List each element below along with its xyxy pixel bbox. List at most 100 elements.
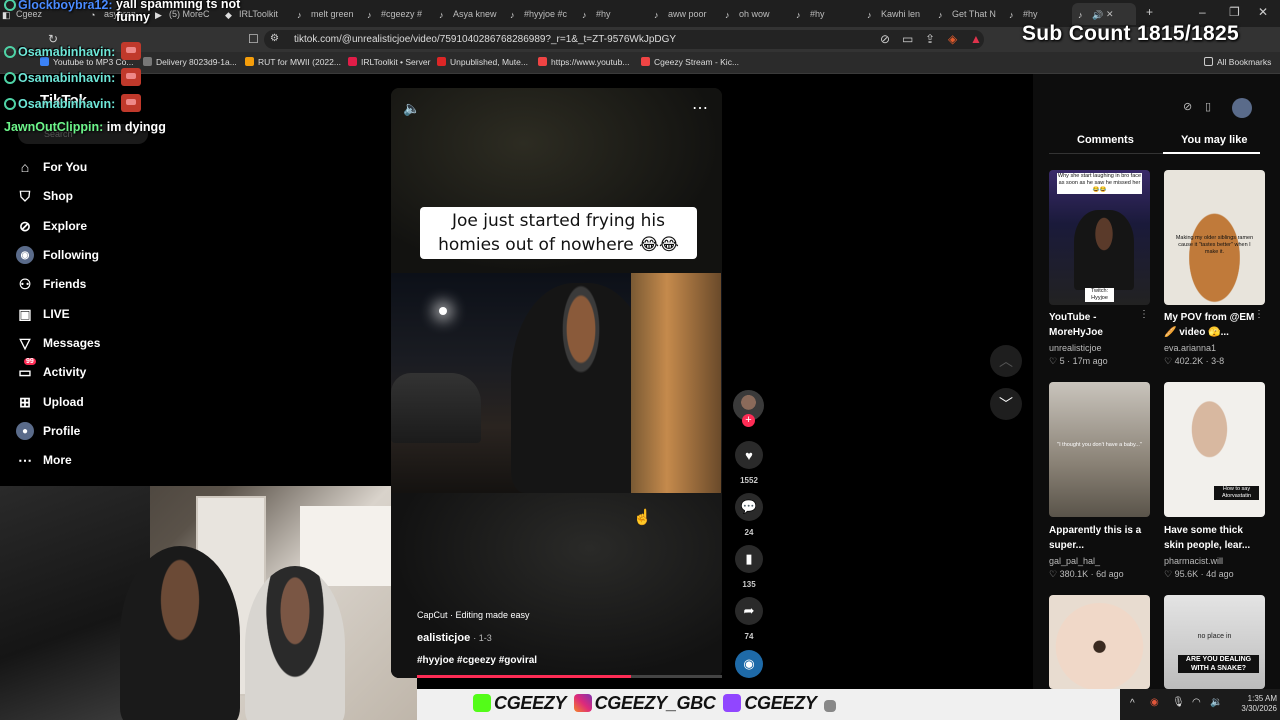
save-button[interactable]: ▮ [735, 545, 763, 573]
nav-item-explore[interactable]: ⊘ Explore [16, 214, 216, 238]
bookmark-item[interactable]: Cgeezy Stream - Kic... [641, 57, 739, 67]
browser-tab[interactable]: ♪ #hy [796, 3, 856, 25]
recommended-video-thumbnail[interactable]: Why she start laughing in bro face as so… [1049, 170, 1150, 305]
palm-trunk [631, 273, 721, 493]
nav-item-for-you[interactable]: ⌂ For You [16, 155, 216, 179]
browser-tab[interactable]: ♪ Get That N [938, 3, 998, 25]
chevron-up-icon[interactable]: ^ [1130, 698, 1135, 709]
nav-item-profile[interactable]: ● Profile [16, 419, 216, 443]
bookmark-item[interactable]: Unpublished, Mute... [437, 57, 528, 67]
bookmark-favicon-icon [538, 57, 547, 66]
recommended-video-author[interactable]: gal_pal_hal_ [1049, 556, 1100, 566]
recommended-video-title[interactable]: YouTube - MoreHyJoe [1049, 310, 1149, 340]
nav-item-live[interactable]: ▣ LIVE [16, 302, 216, 326]
tiktok-icon: ♪ [510, 10, 515, 20]
restore-button[interactable]: ❐ [1229, 5, 1240, 19]
all-bookmarks[interactable]: All Bookmarks [1204, 57, 1271, 67]
recommended-video-thumbnail[interactable]: "I thought you don't have a baby..." [1049, 382, 1150, 517]
nav-item-following[interactable]: ◉ Following [16, 243, 216, 267]
recommended-video-title[interactable]: Apparently this is a super... [1049, 523, 1149, 553]
recommended-video-thumbnail[interactable]: Making my older siblings ramen cause it … [1164, 170, 1265, 305]
video-player[interactable] [391, 88, 722, 678]
comment-count: 24 [744, 528, 754, 537]
bookmark-star-icon[interactable]: ☐ [248, 32, 259, 46]
recommended-video-author[interactable]: unrealisticjoe [1049, 343, 1102, 353]
wifi-icon[interactable]: ◠ [1192, 697, 1201, 708]
volume-icon[interactable]: 🔈 [403, 100, 420, 117]
thumb-person [1074, 210, 1134, 290]
brave-shield-icon[interactable]: ◈ [948, 32, 957, 46]
chat-message: Osamabinhavin: [4, 94, 142, 112]
like-button[interactable]: ♥ [735, 441, 763, 469]
browser-tab[interactable]: ♪ Kawhi len [867, 3, 927, 25]
speaker-icon: 🔊 [1092, 10, 1104, 20]
scroll-up-button[interactable]: ︿ [990, 345, 1022, 377]
bookmark-icon: ▮ [745, 551, 753, 566]
nav-item-activity[interactable]: ▭ 99 Activity [16, 358, 216, 384]
recommended-video-title[interactable]: Have some thick skin people, lear... [1164, 523, 1264, 553]
home-icon: ⌂ [20, 159, 30, 175]
follow-plus-icon[interactable]: + [742, 414, 755, 427]
browser-tab[interactable]: ♪ #cgeezy # [367, 3, 427, 25]
phone-icon[interactable]: ▯ [1205, 100, 1211, 113]
volume-icon[interactable]: 🔉 [1210, 697, 1222, 708]
system-tray: ^ ◉ 🎙 ◠ 🔉 1:35 AM 3/30/2026 [1120, 689, 1280, 720]
bookmark-item[interactable]: Delivery 8023d9-1a... [143, 57, 237, 67]
share-button[interactable]: ➦ [735, 597, 763, 625]
tab-you-may-like[interactable]: You may like [1181, 134, 1247, 146]
bookmark-favicon-icon [143, 57, 152, 66]
address-bar[interactable]: tiktok.com/@unrealisticjoe/video/7591040… [264, 30, 984, 49]
recommended-video-author[interactable]: eva.arianna1 [1164, 343, 1216, 353]
nav-item-messages[interactable]: ▽ Messages [16, 331, 216, 355]
nav-item-friends[interactable]: ⚇ Friends [16, 272, 216, 296]
close-window-button[interactable]: ✕ [1258, 5, 1268, 19]
music-disc[interactable]: ◉ [735, 650, 763, 678]
more-options-icon[interactable]: ⋮ [1254, 309, 1264, 320]
capcut-label[interactable]: CapCut · Editing made easy [417, 610, 530, 620]
browser-tab[interactable]: ♪ melt green [297, 3, 357, 25]
scroll-down-button[interactable]: ﹀ [990, 388, 1022, 420]
share-icon[interactable]: ⇪ [925, 32, 935, 46]
browser-tab[interactable]: ♪ oh wow [725, 3, 785, 25]
tray-app-icon[interactable]: ◉ [1150, 697, 1159, 708]
clock[interactable]: 1:35 AM 3/30/2026 [1237, 694, 1277, 714]
microphone-icon[interactable]: 🎙 [1172, 697, 1185, 708]
recommended-video-thumbnail[interactable]: How to say Atorvastatin [1164, 382, 1265, 517]
bookmark-item[interactable]: https://www.youtub... [538, 57, 629, 67]
comment-button[interactable]: 💬 [735, 493, 763, 521]
tiktok-icon: ♪ [582, 10, 587, 20]
recommended-video-thumbnail[interactable]: no place in ARE YOU DEALING WITH A SNAKE… [1164, 595, 1265, 689]
minimize-button[interactable]: – [1199, 5, 1206, 19]
new-tab-button[interactable]: + [1146, 5, 1153, 19]
tab-comments[interactable]: Comments [1077, 134, 1134, 146]
video-frame [391, 273, 722, 493]
nav-item-more[interactable]: ⋯ More [16, 448, 216, 472]
compass-icon[interactable]: ⊘ [1183, 100, 1192, 113]
recommended-video-title[interactable]: My POV from @EM🥖 video 🫣... [1164, 310, 1264, 340]
browser-tab[interactable]: ♪ aww poor [654, 3, 714, 25]
browser-tab[interactable]: ♪ #hy [582, 3, 642, 25]
emote-icon [121, 68, 142, 86]
bookmark-item[interactable]: IRLToolkit • Server [348, 57, 430, 67]
video-author[interactable]: ealisticjoe · 1-3 [417, 632, 492, 644]
recommended-video-author[interactable]: pharmacist.will [1164, 556, 1223, 566]
recommended-video-thumbnail[interactable] [1049, 595, 1150, 689]
close-icon[interactable]: ✕ [1106, 9, 1114, 19]
url-text: tiktok.com/@unrealisticjoe/video/7591040… [294, 34, 677, 45]
bookmark-item[interactable]: RUT for MWII (2022... [245, 57, 341, 67]
rewards-icon[interactable]: ▲ [970, 32, 982, 46]
activity-badge: 99 [24, 358, 36, 365]
more-options-icon[interactable]: ⋯ [692, 98, 709, 118]
site-info-icon[interactable]: ⚙ [270, 33, 279, 44]
more-options-icon[interactable]: ⋮ [1139, 309, 1149, 320]
chevron-up-icon: ︿ [999, 353, 1013, 369]
eye-off-icon[interactable]: ⊘ [880, 32, 890, 46]
browser-tab[interactable]: ♪ Asya knew [439, 3, 499, 25]
car [391, 373, 481, 443]
nav-item-upload[interactable]: ⊞ Upload [16, 390, 216, 414]
nav-item-shop[interactable]: ⛉ Shop [16, 184, 216, 208]
cast-icon[interactable]: ▭ [902, 32, 913, 46]
video-hashtags[interactable]: #hyyjoe #cgeezy #goviral [417, 655, 537, 666]
browser-tab[interactable]: ♪ #hyyjoe #c [510, 3, 570, 25]
user-avatar-icon[interactable] [1232, 98, 1252, 118]
